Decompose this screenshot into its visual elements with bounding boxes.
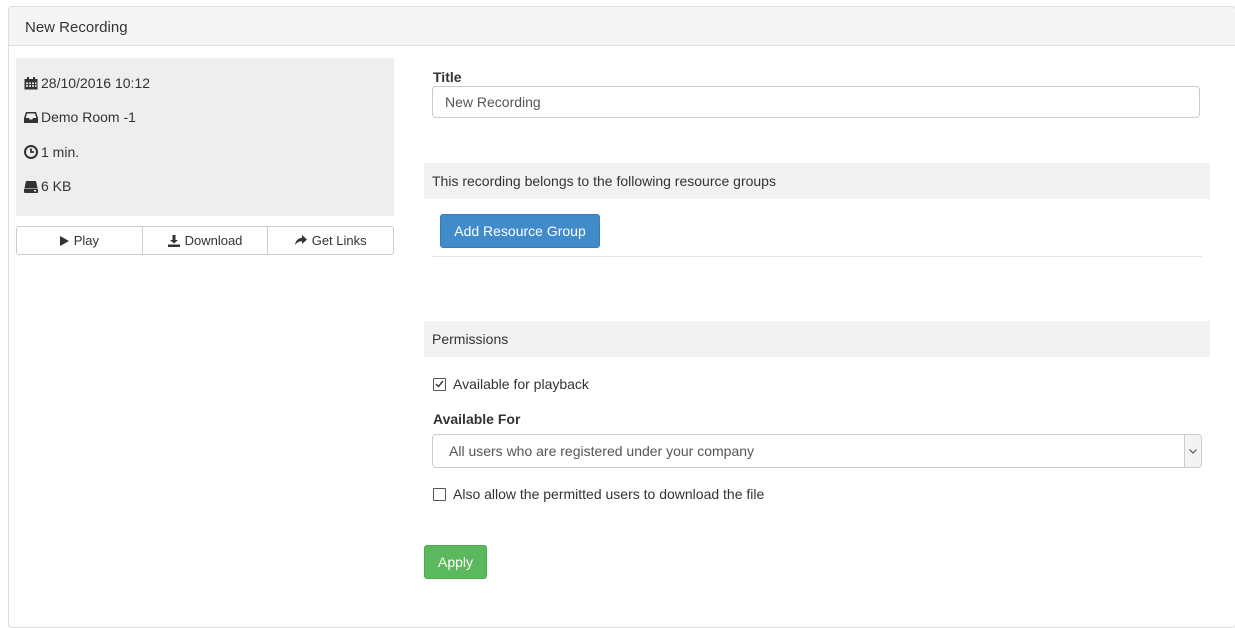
play-button[interactable]: Play (16, 226, 143, 255)
section-divider (432, 256, 1202, 257)
recording-date-text: 28/10/2016 10:12 (41, 75, 150, 91)
recording-room: Demo Room -1 (24, 109, 136, 125)
available-for-select[interactable]: All users who are registered under your … (432, 434, 1202, 468)
select-arrow[interactable] (1184, 435, 1201, 467)
calendar-icon (24, 76, 38, 89)
get-links-button-label: Get Links (311, 233, 367, 248)
recording-room-text: Demo Room -1 (41, 109, 136, 125)
add-resource-group-button[interactable]: Add Resource Group (440, 214, 600, 248)
download-icon (167, 234, 180, 247)
resource-groups-heading: This recording belongs to the following … (424, 163, 1210, 199)
share-arrow-icon (294, 235, 307, 245)
allow-download-checkbox[interactable] (433, 487, 446, 501)
hard-drive-icon (24, 180, 38, 193)
available-for-playback-checkbox[interactable] (433, 377, 446, 391)
recording-actions: Play Download Get Links (16, 226, 395, 255)
recording-info-box: 28/10/2016 10:12 Demo Room -1 1 min. 6 K… (16, 58, 394, 216)
download-button[interactable]: Download (141, 226, 269, 255)
play-icon (59, 235, 69, 246)
get-links-button[interactable]: Get Links (267, 226, 395, 255)
recording-duration: 1 min. (24, 144, 79, 160)
add-resource-group-label: Add Resource Group (454, 223, 586, 239)
apply-button[interactable]: Apply (424, 545, 487, 579)
title-input[interactable]: New Recording (432, 86, 1200, 118)
panel-heading: New Recording (9, 7, 1235, 46)
download-button-label: Download (184, 233, 243, 248)
title-label: Title (433, 69, 462, 85)
checkmark-icon (435, 380, 444, 388)
allow-download-label: Also allow the permitted users to downlo… (453, 486, 765, 502)
recording-duration-text: 1 min. (41, 144, 80, 160)
recording-size: 6 KB (24, 178, 71, 194)
chevron-down-icon (1189, 448, 1197, 454)
clock-icon (24, 145, 38, 159)
available-for-playback-label: Available for playback (453, 376, 589, 392)
apply-button-label: Apply (437, 554, 474, 570)
available-for-label: Available For (433, 411, 521, 427)
available-for-playback-row: Available for playback (433, 376, 589, 392)
recording-size-text: 6 KB (41, 178, 72, 194)
panel-title: New Recording (25, 19, 128, 36)
inbox-icon (24, 111, 38, 123)
permissions-heading: Permissions (424, 321, 1210, 357)
allow-download-row: Also allow the permitted users to downlo… (433, 486, 764, 502)
recording-date: 28/10/2016 10:12 (24, 75, 150, 91)
available-for-selected-value: All users who are registered under your … (449, 443, 755, 459)
play-button-label: Play (73, 233, 99, 248)
